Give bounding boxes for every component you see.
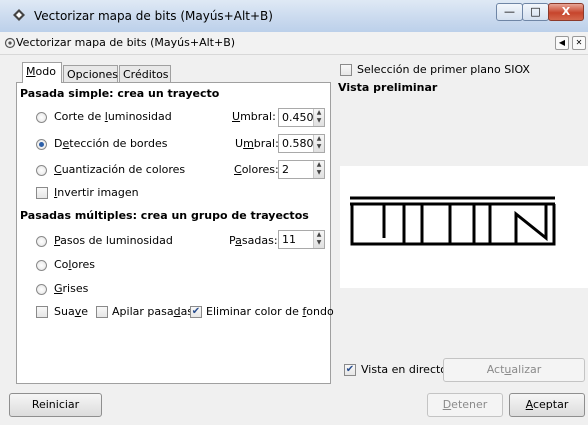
brightness-cutoff-label[interactable]: Corte de luminosidad <box>54 110 172 123</box>
stop-button[interactable]: Detener <box>427 393 503 417</box>
siox-checkbox[interactable] <box>340 64 352 76</box>
tab-opciones[interactable]: Opciones <box>63 65 118 82</box>
multi-scan-heading: Pasadas múltiples: crea un grupo de tray… <box>20 209 309 222</box>
spin-arrows-icon[interactable]: ▲ ▼ <box>313 161 324 178</box>
dock-header: Vectorizar mapa de bits (Mayús+Alt+B) ◀ … <box>0 32 588 55</box>
dock-title: Vectorizar mapa de bits (Mayús+Alt+B) <box>16 36 236 49</box>
scans-label: Pasadas: <box>229 234 278 247</box>
multi-colors-radio[interactable] <box>36 260 47 271</box>
spin-arrows-icon[interactable]: ▲ ▼ <box>313 135 324 152</box>
invert-image-label[interactable]: Invertir imagen <box>54 186 139 199</box>
window-titlebar: Vectorizar mapa de bits (Mayús+Alt+B) — … <box>0 0 588 33</box>
tab-modo[interactable]: Modo <box>22 62 62 83</box>
reset-button[interactable]: Reiniciar <box>9 393 102 417</box>
dock-icon <box>4 37 16 49</box>
remove-background-label[interactable]: Eliminar color de fondo <box>206 305 334 318</box>
preview-canvas <box>340 166 588 288</box>
brightness-cutoff-radio[interactable] <box>36 112 47 123</box>
stack-scans-checkbox[interactable] <box>96 306 108 318</box>
multi-colors-label[interactable]: Colores <box>54 258 95 271</box>
preview-heading: Vista preliminar <box>338 81 438 94</box>
brightness-threshold-spin[interactable]: 0.450 ▲ ▼ <box>278 108 325 127</box>
siox-label[interactable]: Selección de primer plano SIOX <box>357 63 530 76</box>
color-quantization-label[interactable]: Cuantización de colores <box>54 163 185 176</box>
colors-label: Colores: <box>234 163 279 176</box>
maximize-button[interactable]: □ <box>522 3 549 21</box>
threshold-label: Umbral: <box>232 110 276 123</box>
color-quantization-radio[interactable] <box>36 165 47 176</box>
live-preview-checkbox[interactable]: ✔ <box>344 364 356 376</box>
invert-image-checkbox[interactable] <box>36 187 48 199</box>
spin-arrows-icon[interactable]: ▲ ▼ <box>313 109 324 126</box>
close-button[interactable]: X <box>548 3 584 21</box>
accept-button[interactable]: Aceptar <box>509 393 585 417</box>
remove-background-checkbox[interactable]: ✔ <box>190 306 202 318</box>
edge-threshold-spin[interactable]: 0.580 ▲ ▼ <box>278 134 325 153</box>
colors-spin[interactable]: 2 ▲ ▼ <box>278 160 325 179</box>
edge-threshold-label: Umbral: <box>235 137 279 150</box>
single-scan-heading: Pasada simple: crea un trayecto <box>20 87 220 100</box>
preview-image <box>350 196 556 246</box>
smooth-checkbox[interactable] <box>36 306 48 318</box>
edge-detection-label[interactable]: Detección de bordes <box>54 137 167 150</box>
spin-arrows-icon[interactable]: ▲ ▼ <box>313 231 324 248</box>
tab-creditos[interactable]: Créditos <box>119 65 171 82</box>
grays-label[interactable]: Grises <box>54 282 88 295</box>
smooth-label[interactable]: Suave <box>54 305 88 318</box>
grays-radio[interactable] <box>36 284 47 295</box>
app-icon <box>13 9 25 21</box>
window-title: Vectorizar mapa de bits (Mayús+Alt+B) <box>34 9 273 23</box>
brightness-steps-label[interactable]: Pasos de luminosidad <box>54 234 173 247</box>
stack-scans-label[interactable]: Apilar pasadas <box>112 305 193 318</box>
edge-detection-radio[interactable] <box>36 139 47 150</box>
dock-close-icon[interactable]: ✕ <box>572 36 586 50</box>
update-button[interactable]: Actualizar <box>443 358 585 382</box>
brightness-steps-radio[interactable] <box>36 236 47 247</box>
minimize-button[interactable]: — <box>496 3 523 21</box>
live-preview-label[interactable]: Vista en directo <box>361 363 447 376</box>
restore-icon[interactable]: ◀ <box>555 36 569 50</box>
scans-spin[interactable]: 11 ▲ ▼ <box>278 230 325 249</box>
